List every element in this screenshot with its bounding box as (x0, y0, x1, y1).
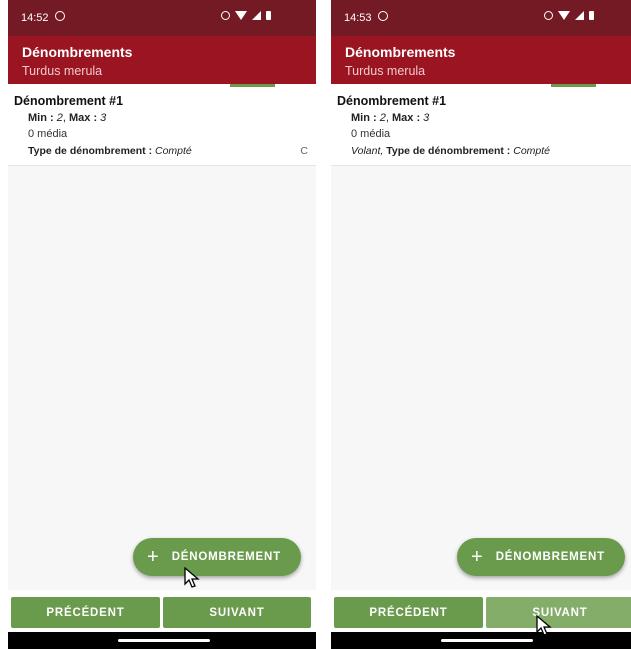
status-icons (544, 11, 594, 20)
page-title: Dénombrements (22, 44, 133, 60)
signal-icon (252, 11, 261, 20)
battery-icon (266, 11, 271, 20)
plus-icon: + (147, 546, 159, 568)
item-media-count: 0 média (351, 128, 391, 140)
add-count-button[interactable]: + DÉNOMBREMENT (133, 538, 301, 576)
item-media-count: 0 média (28, 128, 68, 140)
list-item[interactable]: Dénombrement #1 Min : 2, Max : 3 0 média… (331, 87, 631, 166)
bottom-nav: PRÉCÉDENT SUIVANT (331, 590, 631, 632)
type-label: Type de dénombrement : (386, 145, 511, 157)
home-handle[interactable] (441, 639, 533, 642)
add-count-label: DÉNOMBREMENT (495, 551, 605, 563)
add-count-label: DÉNOMBREMENT (171, 551, 281, 563)
status-time: 14:52 (21, 12, 49, 24)
item-min-max: Min : 2, Max : 3 (28, 112, 107, 124)
type-label: Type de dénombrement : (28, 145, 153, 157)
max-label: Max : (391, 112, 421, 124)
signal-icon (575, 11, 584, 20)
phone-screen-left: 14:52 Dénombrements Turdus merula Dénomb… (8, 0, 316, 649)
min-label: Min : (351, 112, 377, 124)
item-min-max: Min : 2, Max : 3 (351, 112, 430, 124)
page-title: Dénombrements (345, 44, 456, 60)
wifi-icon (235, 11, 247, 20)
type-prefix: Volant, (351, 145, 384, 157)
bottom-nav: PRÉCÉDENT SUIVANT (8, 590, 316, 632)
alarm-icon (221, 11, 230, 20)
previous-button[interactable]: PRÉCÉDENT (334, 597, 483, 628)
previous-button[interactable]: PRÉCÉDENT (11, 597, 160, 628)
page-subtitle: Turdus merula (345, 64, 426, 78)
phone-screen-right: 14:53 Dénombrements Turdus merula Dénomb… (331, 0, 631, 649)
counts-list[interactable]: Dénombrement #1 Min : 2, Max : 3 0 média… (8, 87, 316, 590)
wifi-icon (558, 11, 570, 20)
status-icons (221, 11, 271, 20)
item-title: Dénombrement #1 (337, 94, 447, 108)
item-type: Type de dénombrement : Compté (28, 145, 192, 157)
list-item[interactable]: Dénombrement #1 Min : 2, Max : 3 0 média… (8, 87, 316, 166)
whatsapp-icon (55, 11, 65, 21)
app-bar: Dénombrements Turdus merula (8, 36, 316, 84)
cursor-icon (536, 615, 552, 636)
max-label: Max : (68, 112, 98, 124)
counts-list[interactable]: Dénombrement #1 Min : 2, Max : 3 0 média… (331, 87, 631, 590)
status-time: 14:53 (344, 12, 372, 24)
type-value: Compté (513, 145, 550, 157)
item-overflow-text: C (300, 145, 308, 157)
item-title: Dénombrement #1 (14, 94, 124, 108)
battery-icon (589, 11, 594, 20)
whatsapp-icon (378, 11, 388, 21)
status-bar: 14:52 (8, 0, 316, 36)
min-value: 2 (379, 112, 386, 124)
min-label: Min : (28, 112, 54, 124)
min-value: 2 (56, 112, 63, 124)
add-count-button[interactable]: + DÉNOMBREMENT (457, 538, 625, 576)
type-value: Compté (155, 145, 192, 157)
item-type: Volant, Type de dénombrement : Compté (351, 145, 550, 157)
next-button[interactable]: SUIVANT (486, 597, 631, 628)
app-bar: Dénombrements Turdus merula (331, 36, 631, 84)
page-subtitle: Turdus merula (22, 64, 103, 78)
status-bar: 14:53 (331, 0, 631, 36)
next-button[interactable]: SUIVANT (163, 597, 311, 628)
cursor-icon (184, 567, 200, 588)
system-nav-bar (8, 632, 316, 649)
system-nav-bar (331, 632, 631, 649)
max-value: 3 (100, 112, 107, 124)
home-handle[interactable] (118, 639, 210, 642)
alarm-icon (544, 11, 553, 20)
plus-icon: + (471, 546, 483, 568)
max-value: 3 (423, 112, 430, 124)
